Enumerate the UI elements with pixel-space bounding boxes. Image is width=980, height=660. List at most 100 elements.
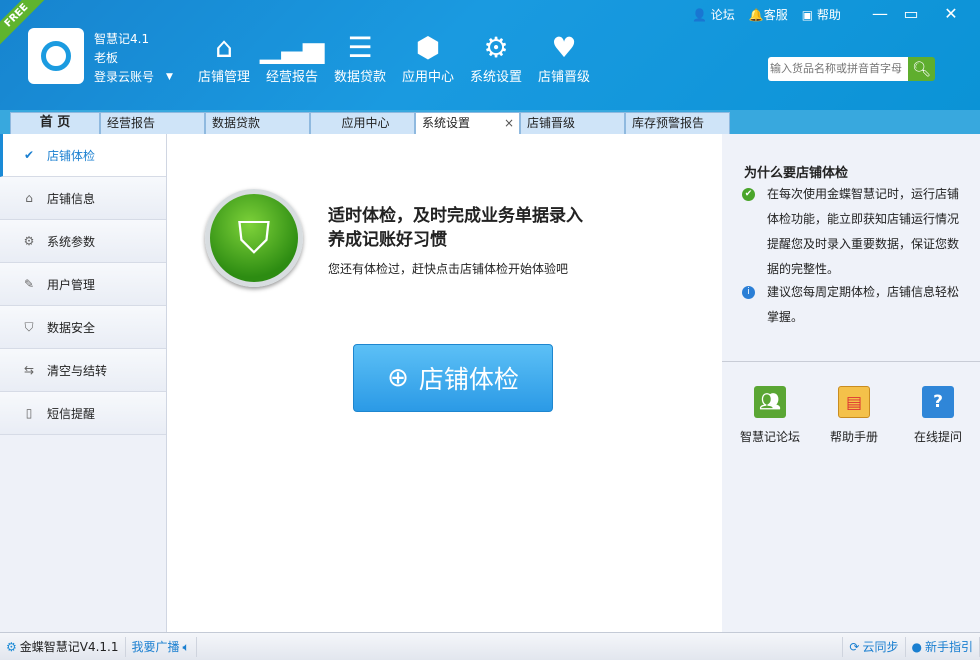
sidebar-item-clear-carryover[interactable]: ⇆ 清空与结转	[0, 349, 166, 392]
magnifier-plus-icon: ⊕	[387, 363, 409, 393]
sidebar-item-sms-reminder[interactable]: ▯ 短信提醒	[0, 392, 166, 435]
cloud-sync-button[interactable]: ⟳ 云同步	[842, 636, 906, 657]
nav-label: 店铺晋级	[537, 70, 590, 85]
online-ask-tool[interactable]: ? 在线提问	[898, 386, 978, 445]
app-logo	[28, 28, 84, 84]
headline-line-2: 养成记账好习惯	[328, 230, 447, 250]
gear-icon: ⚙	[23, 234, 35, 248]
tab-business-report[interactable]: 经营报告	[100, 112, 205, 134]
broadcast-label: 我要广播	[131, 639, 180, 654]
nav-label: 数据贷款	[333, 70, 386, 85]
tool-label: 帮助手册	[829, 430, 878, 444]
nav-system-settings[interactable]: ⚙ 系统设置	[462, 30, 530, 85]
tip-text: 在每次使用金蝶智慧记时，运行店铺体检功能，能立即获知店铺运行情况提醒您及时录入重…	[767, 187, 960, 276]
product-search-input[interactable]	[768, 57, 908, 81]
app-version: 智慧记4.1	[94, 32, 150, 46]
nav-label: 店铺管理	[197, 70, 250, 85]
sync-label: 云同步	[862, 639, 899, 654]
main-nav: ⌂ 店铺管理 ▁▃▅ 经营报告 ☰ 数据贷款 ⬢ 应用中心 ⚙ 系统设置 ♥ 店铺晋级	[190, 30, 598, 85]
divider	[722, 361, 980, 362]
community-icon: 👥︎	[754, 386, 786, 418]
check-circle-icon: ✔	[23, 148, 35, 162]
tab-stock-alert-report[interactable]: 库存预警报告	[625, 112, 730, 134]
sidebar-item-system-params[interactable]: ⚙ 系统参数	[0, 220, 166, 263]
phone-icon: ▯	[25, 406, 33, 420]
hearts-icon: ♥	[551, 31, 577, 64]
tab-bar: 首 页 经营报告 数据贷款 应用中心 系统设置 × 店铺晋级 库存预警报告	[0, 110, 980, 134]
info-title: 为什么要店铺体检	[744, 166, 849, 181]
help-link[interactable]: ▣ 帮助	[802, 6, 841, 23]
sidebar-label: 用户管理	[47, 277, 96, 292]
user-info: 智慧记4.1 老板 登录云账号 ▼	[94, 30, 173, 87]
beginner-guide-button[interactable]: ● 新手指引	[906, 636, 980, 657]
nav-label: 应用中心	[401, 70, 454, 85]
tab-label: 系统设置	[422, 116, 471, 130]
shield-icon: ⛉	[24, 319, 34, 334]
start-checkup-button[interactable]: ⊕ 店铺体检	[353, 344, 553, 412]
checkup-panel: ⛉ 适时体检，及时完成业务单据录入 养成记账好习惯 您还有体检过，赶快点击店铺体检…	[167, 134, 722, 632]
dropdown-arrow-icon[interactable]: ▼	[166, 68, 173, 87]
speaker-icon: 🔈︎	[182, 639, 190, 654]
login-cloud-link[interactable]: 登录云账号	[94, 68, 154, 87]
close-button[interactable]: ✕	[939, 4, 963, 23]
nav-business-report[interactable]: ▁▃▅ 经营报告	[258, 30, 326, 85]
money-stack-icon: ☰	[347, 31, 373, 64]
sidebar-label: 数据安全	[47, 320, 96, 335]
tab-home[interactable]: 首 页	[10, 112, 100, 134]
tool-label: 智慧记论坛	[739, 430, 800, 444]
sidebar-item-data-security[interactable]: ⛉ 数据安全	[0, 306, 166, 349]
sync-icon: ⟳	[849, 639, 860, 654]
nav-store-management[interactable]: ⌂ 店铺管理	[190, 30, 258, 85]
close-tab-icon[interactable]: ×	[504, 113, 514, 133]
sidebar-item-store-checkup[interactable]: ✔ 店铺体检	[0, 134, 166, 177]
sidebar-label: 系统参数	[47, 234, 96, 249]
transfer-icon: ⇆	[23, 363, 35, 377]
help-manual-tool[interactable]: ▤ 帮助手册	[814, 386, 894, 445]
nav-label: 经营报告	[265, 70, 318, 85]
info-panel: 为什么要店铺体检 ✔ 在每次使用金蝶智慧记时，运行店铺体检功能，能立即获知店铺运行…	[722, 134, 980, 632]
question-bubble-icon: ?	[922, 386, 954, 418]
nav-store-upgrade[interactable]: ♥ 店铺晋级	[530, 30, 598, 85]
search-button[interactable]: 🔍︎	[908, 57, 935, 81]
tab-store-upgrade[interactable]: 店铺晋级	[520, 112, 625, 134]
home-icon: ⌂	[215, 31, 233, 64]
sidebar-label: 店铺信息	[47, 191, 96, 206]
tip-text: 建议您每周定期体检，店铺信息轻松掌握。	[767, 285, 960, 324]
tab-system-settings[interactable]: 系统设置 ×	[415, 112, 520, 134]
bar-chart-icon: ▁▃▅	[259, 31, 325, 64]
lightbulb-icon	[41, 41, 71, 71]
sidebar-label: 店铺体检	[47, 148, 96, 163]
support-link[interactable]: 🔔客服	[749, 6, 788, 23]
nav-label: 系统设置	[469, 70, 522, 85]
forum-link[interactable]: 👤 论坛	[692, 6, 735, 23]
button-label: 店铺体检	[418, 365, 519, 394]
nav-data-loan[interactable]: ☰ 数据贷款	[326, 30, 394, 85]
app-center-icon: ⬢	[415, 31, 441, 64]
user-role: 老板	[94, 51, 119, 65]
sidebar-item-user-management[interactable]: ✎ 用户管理	[0, 263, 166, 306]
tool-label: 在线提问	[913, 430, 962, 444]
nav-app-center[interactable]: ⬢ 应用中心	[394, 30, 462, 85]
minimize-button[interactable]: —	[868, 4, 892, 23]
forum-label: 论坛	[710, 8, 735, 22]
forum-tool[interactable]: 👥︎ 智慧记论坛	[730, 386, 810, 445]
search-icon: 🔍︎	[911, 60, 932, 78]
version-info: ⚙ 金蝶智慧记V4.1.1	[0, 636, 126, 657]
headline: 适时体检，及时完成业务单据录入 养成记账好习惯	[328, 204, 628, 252]
store-icon: ⌂	[25, 191, 33, 205]
guide-icon: ●	[911, 639, 922, 654]
headline-line-1: 适时体检，及时完成业务单据录入	[328, 206, 583, 226]
broadcast-link[interactable]: 我要广播 🔈︎	[126, 636, 197, 657]
manual-book-icon: ▤	[838, 386, 870, 418]
check-icon: ✔	[742, 188, 755, 201]
sidebar-label: 清空与结转	[47, 363, 108, 378]
sidebar-item-store-info[interactable]: ⌂ 店铺信息	[0, 177, 166, 220]
tab-data-loan[interactable]: 数据贷款	[205, 112, 310, 134]
maximize-button[interactable]: ▭	[899, 4, 923, 23]
support-label: 客服	[763, 8, 788, 22]
shield-badge-icon: ⛉	[205, 189, 303, 287]
tip-weekly: i 建议您每周定期体检，店铺信息轻松掌握。	[742, 280, 967, 330]
tab-app-center[interactable]: 应用中心	[310, 112, 415, 134]
info-icon: i	[742, 286, 755, 299]
help-label: 帮助	[816, 8, 841, 22]
